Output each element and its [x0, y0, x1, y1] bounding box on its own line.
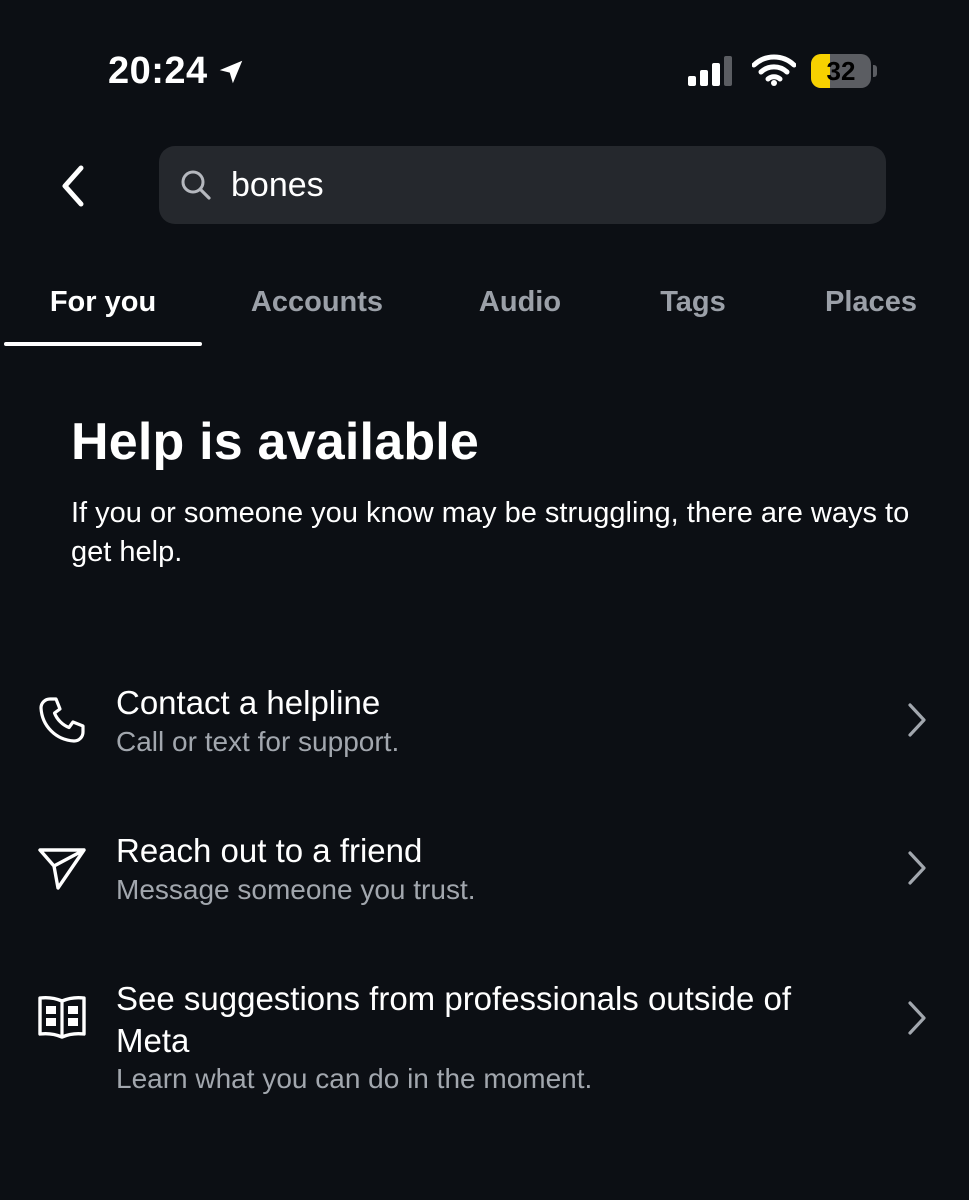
chevron-right-icon — [908, 1001, 926, 1035]
status-time: 20:24 — [108, 50, 208, 92]
paper-plane-icon — [38, 848, 86, 890]
book-icon — [38, 995, 86, 1039]
professional-suggestions-option[interactable]: See suggestions from professionals outsi… — [0, 966, 969, 1106]
option-subtitle: Learn what you can do in the moment. — [116, 1063, 593, 1094]
tab-tags[interactable]: Tags — [628, 262, 758, 342]
battery-icon: 32 — [811, 54, 877, 88]
chevron-right-icon — [908, 703, 926, 737]
option-subtitle: Message someone you trust. — [116, 874, 476, 905]
option-title: Reach out to a friend — [116, 832, 423, 869]
tab-accounts[interactable]: Accounts — [222, 262, 412, 342]
option-title: See suggestions from professionals outsi… — [116, 980, 792, 1059]
phone-icon — [39, 697, 85, 743]
contact-helpline-option[interactable]: Contact a helpline Call or text for supp… — [0, 670, 969, 780]
tab-audio[interactable]: Audio — [450, 262, 590, 342]
tab-for-you[interactable]: For you — [4, 262, 202, 342]
option-title: Contact a helpline — [116, 684, 381, 721]
search-icon — [181, 170, 211, 200]
chevron-right-icon — [908, 851, 926, 885]
search-results-screen: 20:24 32 bones For you Accounts Audio Ta… — [0, 0, 969, 1200]
cellular-signal-icon — [688, 56, 732, 86]
chevron-left-icon — [62, 165, 84, 207]
help-description: If you or someone you know may be strugg… — [71, 497, 910, 568]
tab-places[interactable]: Places — [800, 262, 942, 342]
status-bar: 20:24 32 — [0, 0, 969, 130]
status-time-group: 20:24 — [108, 50, 246, 93]
search-query: bones — [231, 166, 324, 204]
help-title: Help is available — [71, 413, 480, 471]
battery-body: 32 — [811, 54, 871, 88]
battery-level: 32 — [826, 56, 856, 86]
search-tabs: For you Accounts Audio Tags Places — [0, 262, 969, 348]
search-input[interactable]: bones — [159, 146, 886, 224]
battery-cap — [873, 65, 877, 77]
reach-out-friend-option[interactable]: Reach out to a friend Message someone yo… — [0, 818, 969, 928]
back-button[interactable] — [46, 158, 98, 214]
wifi-icon — [752, 54, 796, 86]
option-subtitle: Call or text for support. — [116, 726, 400, 757]
location-arrow-icon — [219, 60, 242, 83]
active-tab-indicator — [4, 342, 202, 346]
